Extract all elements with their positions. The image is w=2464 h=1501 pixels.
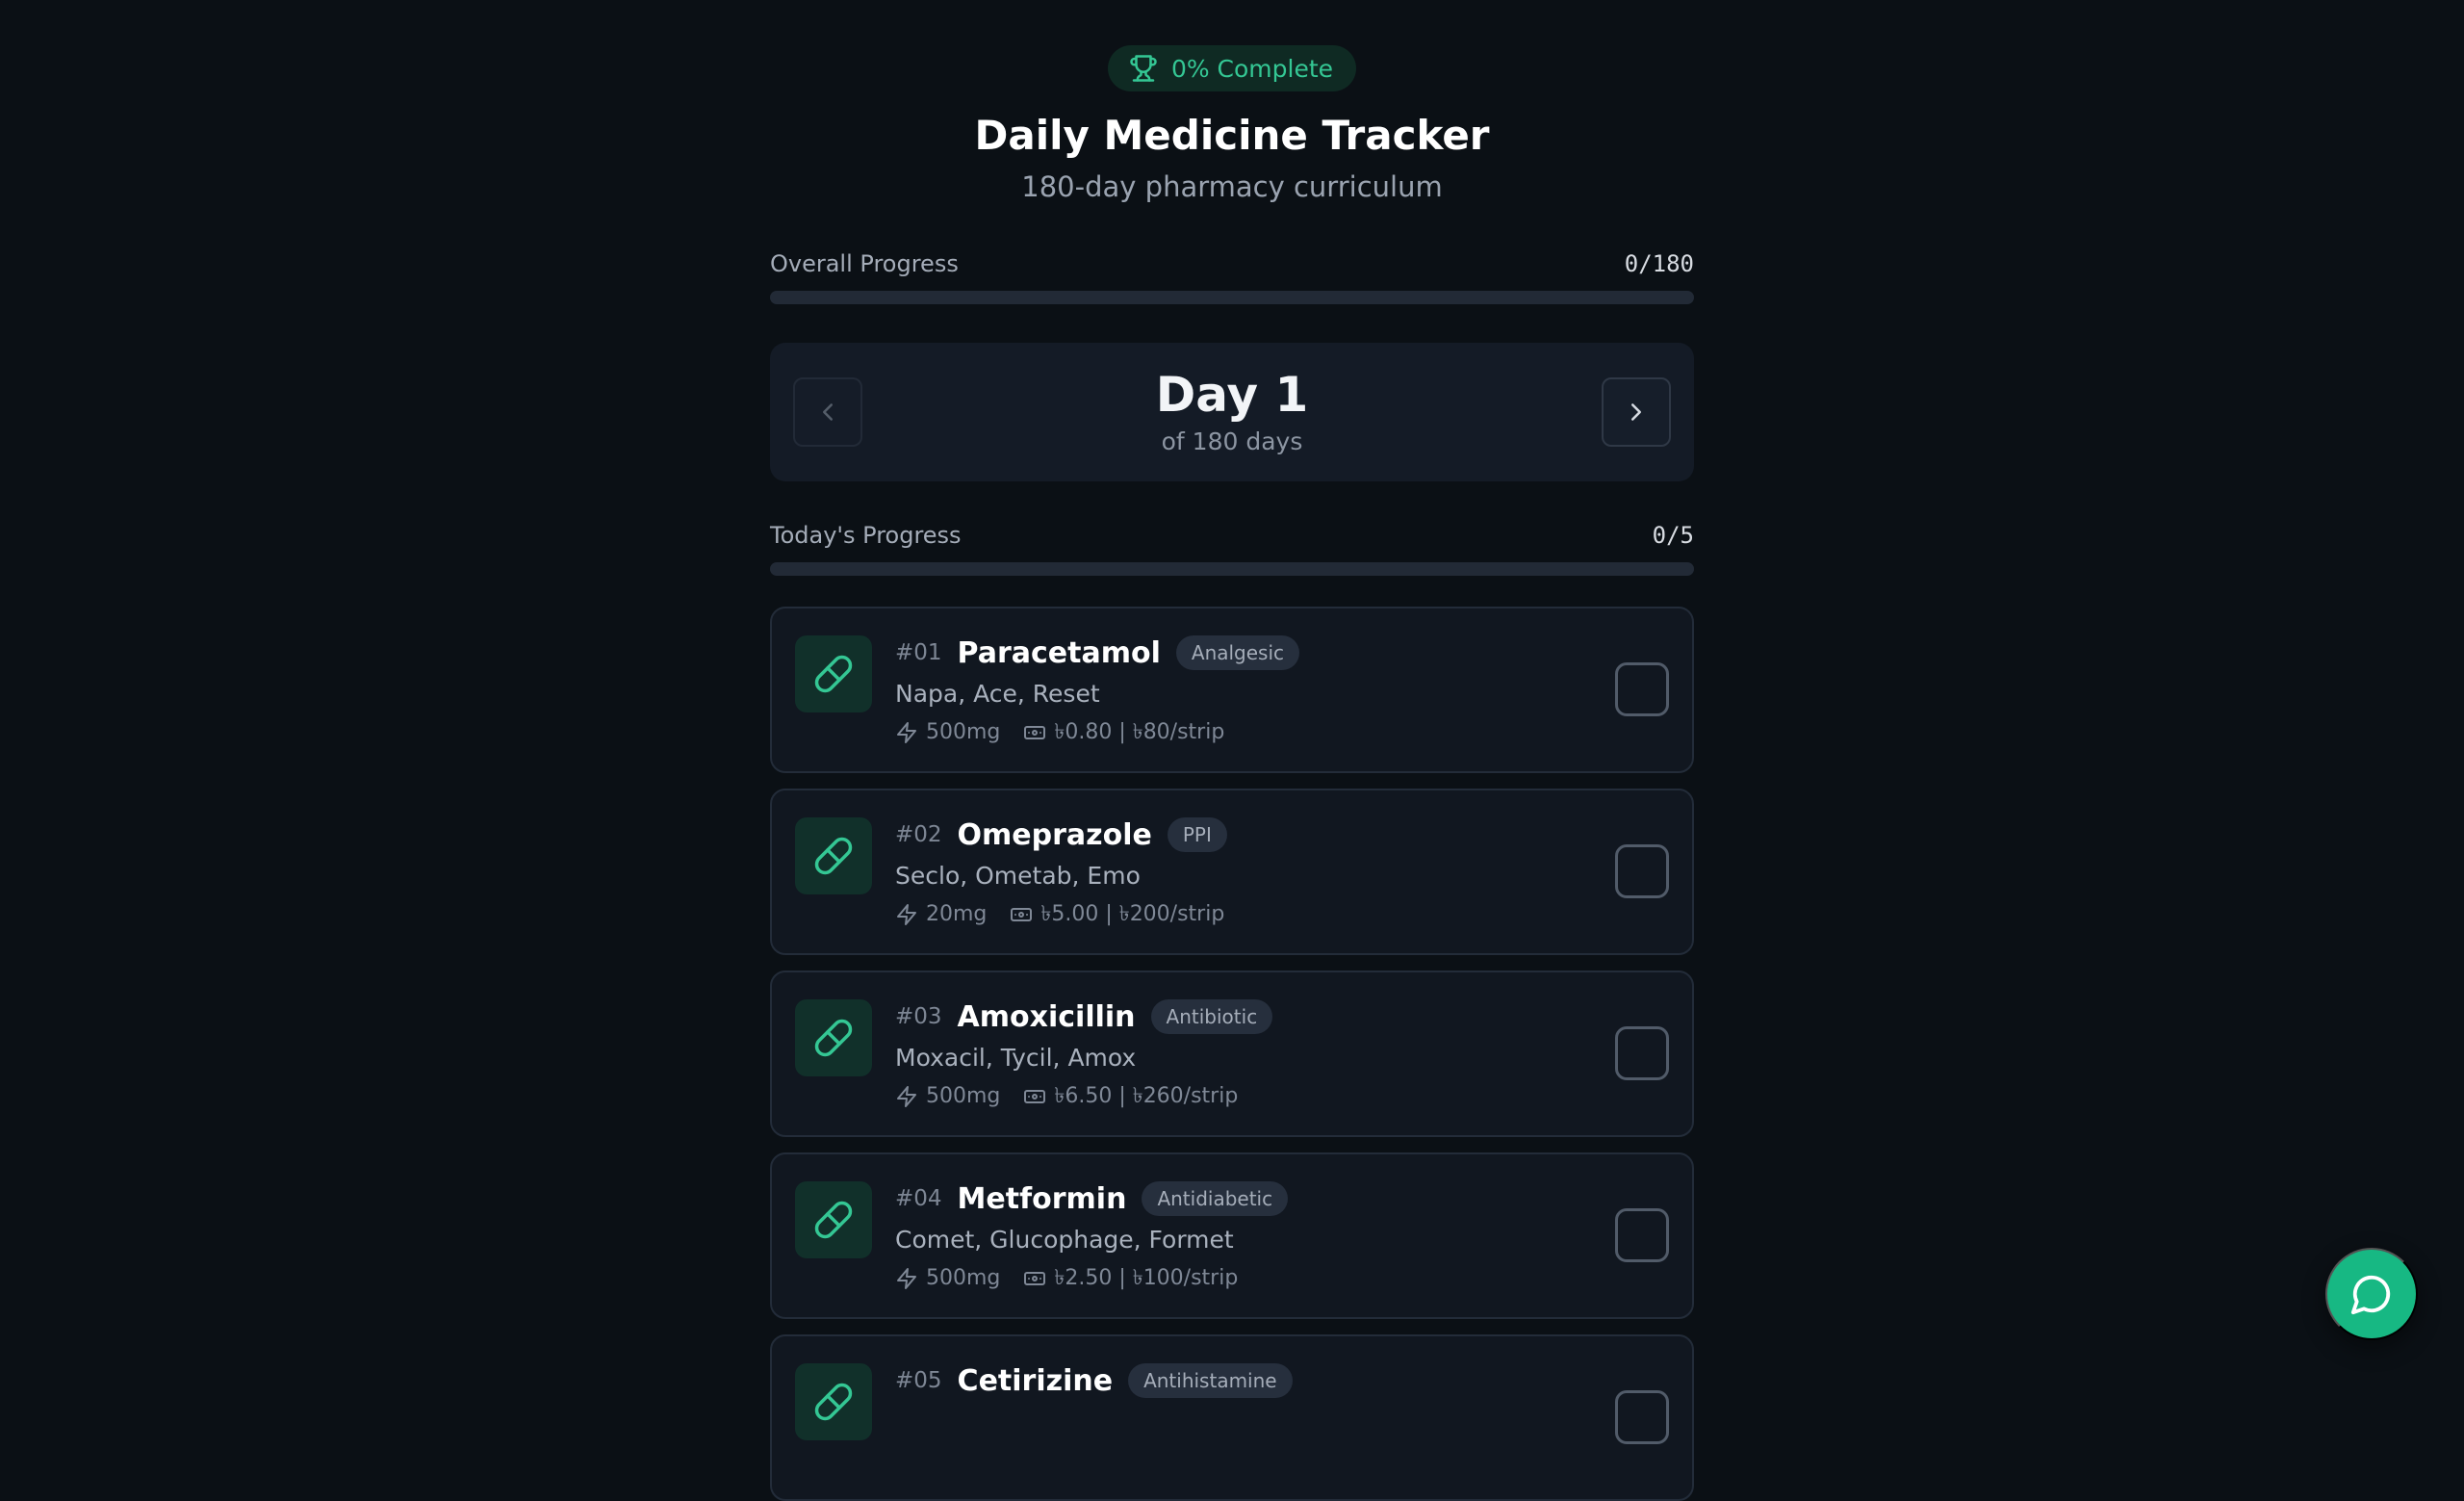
medicine-dose: 500mg (926, 1266, 1001, 1290)
medicine-category-badge: Analgesic (1175, 635, 1300, 670)
chevron-right-icon (1631, 403, 1641, 421)
next-day-button[interactable] (1602, 377, 1671, 447)
chevron-left-icon (823, 403, 833, 421)
today-progress-label: Today's Progress (770, 522, 962, 549)
completion-badge-label: 0% Complete (1170, 54, 1334, 83)
medicine-checkbox[interactable] (1615, 844, 1669, 898)
tracker-page: 0% Complete Daily Medicine Tracker 180-d… (770, 0, 1694, 1501)
chat-bubble-icon (2350, 1275, 2391, 1315)
pill-icon-box (795, 999, 872, 1076)
medicine-card[interactable]: #01 Paracetamol Analgesic Napa, Ace, Res… (770, 607, 1694, 773)
medicine-number: #03 (895, 1004, 942, 1029)
medicine-name: Cetirizine (957, 1363, 1114, 1398)
medicine-number: #02 (895, 822, 942, 847)
medicine-dose: 500mg (926, 720, 1001, 744)
trophy-icon (1130, 55, 1157, 82)
medicine-price: ৳6.50 | ৳260/strip (1054, 1084, 1239, 1108)
banknote-icon (1024, 726, 1046, 739)
medicine-checkbox[interactable] (1615, 662, 1669, 716)
pill-icon (814, 1019, 853, 1057)
medicine-dose: 20mg (926, 902, 988, 926)
banknote-icon (1011, 908, 1033, 921)
pill-icon (814, 1383, 853, 1421)
today-progress-count: 0/5 (1652, 522, 1694, 549)
medicine-brands: Comet, Glucophage, Formet (895, 1226, 1234, 1254)
medicine-category-badge: Antidiabetic (1142, 1181, 1289, 1216)
medicine-name: Paracetamol (957, 635, 1161, 670)
medicine-number: #01 (895, 640, 942, 665)
badge-row: 0% Complete (770, 45, 1694, 91)
pill-icon-box (795, 1363, 872, 1440)
overall-progress-label: Overall Progress (770, 250, 959, 277)
banknote-icon (1024, 1090, 1046, 1103)
medicine-dose: 500mg (926, 1084, 1001, 1108)
lightning-icon (897, 1086, 916, 1107)
previous-day-button[interactable] (793, 377, 862, 447)
overall-progress-count: 0/180 (1624, 250, 1694, 277)
page-subtitle: 180-day pharmacy curriculum (1021, 170, 1443, 203)
medicine-card[interactable]: #04 Metformin Antidiabetic Comet, Glucop… (770, 1152, 1694, 1319)
day-title: Day 1 (1155, 367, 1309, 423)
medicine-card[interactable]: #05 Cetirizine Antihistamine (770, 1334, 1694, 1501)
page-title: Daily Medicine Tracker (974, 112, 1490, 159)
medicine-brands: Moxacil, Tycil, Amox (895, 1044, 1137, 1072)
lightning-icon (897, 722, 916, 743)
pill-icon (814, 837, 853, 875)
pill-icon-box (795, 635, 872, 712)
medicine-checkbox[interactable] (1615, 1026, 1669, 1080)
overall-progress-bar (770, 291, 1694, 304)
day-navigator: Day 1 of 180 days (770, 343, 1694, 481)
banknote-icon (1024, 1272, 1046, 1285)
chat-button[interactable] (2325, 1248, 2418, 1340)
pill-icon (814, 1201, 853, 1239)
pill-icon-box (795, 817, 872, 894)
medicine-name: Amoxicillin (957, 999, 1136, 1034)
medicine-number: #05 (895, 1368, 942, 1393)
medicine-brands: Seclo, Ometab, Emo (895, 862, 1141, 890)
medicine-name: Omeprazole (957, 817, 1152, 852)
medicine-name: Metformin (957, 1181, 1127, 1216)
today-progress-bar (770, 562, 1694, 576)
medicine-category-badge: PPI (1167, 817, 1227, 852)
overall-progress: Overall Progress 0/180 (770, 248, 1694, 304)
today-progress: Today's Progress 0/5 (770, 520, 1694, 576)
lightning-icon (897, 1268, 916, 1289)
day-subtitle: of 180 days (1161, 427, 1303, 455)
medicine-brands: Napa, Ace, Reset (895, 680, 1100, 708)
pill-icon-box (795, 1181, 872, 1258)
medicine-card[interactable]: #03 Amoxicillin Antibiotic Moxacil, Tyci… (770, 970, 1694, 1137)
lightning-icon (897, 904, 916, 925)
medicine-price: ৳0.80 | ৳80/strip (1054, 720, 1225, 744)
medicine-number: #04 (895, 1186, 942, 1211)
completion-badge: 0% Complete (1107, 45, 1357, 91)
medicine-price: ৳2.50 | ৳100/strip (1054, 1266, 1239, 1290)
medicine-checkbox[interactable] (1615, 1390, 1669, 1444)
medicine-checkbox[interactable] (1615, 1208, 1669, 1262)
medicine-price: ৳5.00 | ৳200/strip (1040, 902, 1225, 926)
medicine-category-badge: Antihistamine (1128, 1363, 1293, 1398)
medicine-category-badge: Antibiotic (1150, 999, 1273, 1034)
pill-icon (814, 655, 853, 693)
medicine-list: #01 Paracetamol Analgesic Napa, Ace, Res… (770, 607, 1694, 1501)
medicine-card[interactable]: #02 Omeprazole PPI Seclo, Ometab, Emo 20… (770, 789, 1694, 955)
